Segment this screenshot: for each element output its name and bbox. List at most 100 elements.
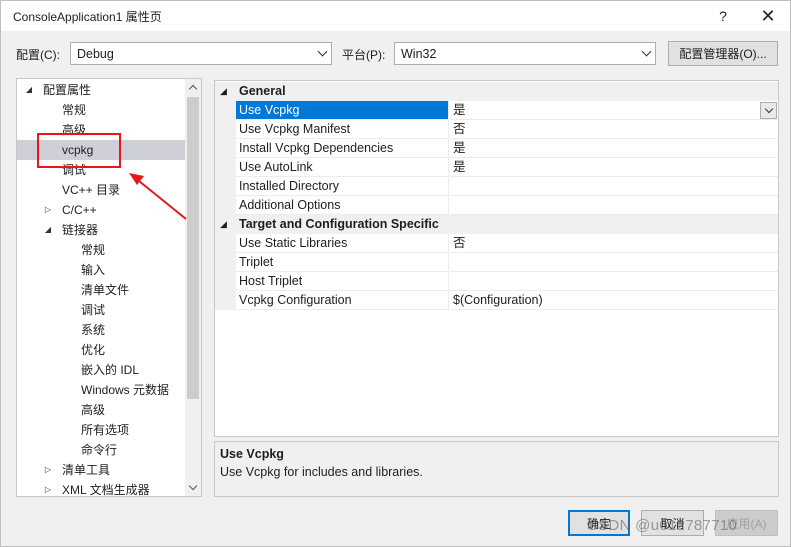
property-value[interactable] bbox=[450, 253, 778, 272]
title-bar: ConsoleApplication1 属性页 ? ✕ bbox=[1, 1, 790, 31]
row-gutter bbox=[215, 177, 236, 196]
tree-item[interactable]: Windows 元数据 bbox=[17, 380, 185, 400]
tree-item[interactable]: ▷ C/C++ bbox=[17, 200, 185, 220]
expand-icon[interactable]: ▷ bbox=[43, 460, 53, 480]
tree-item[interactable]: 优化 bbox=[17, 340, 185, 360]
tree-item-label: Windows 元数据 bbox=[81, 383, 170, 397]
platform-value: Win32 bbox=[401, 46, 437, 61]
collapse-icon[interactable]: ◢ bbox=[220, 82, 227, 101]
tree-item[interactable]: 所有选项 bbox=[17, 420, 185, 440]
tree-item-label: 所有选项 bbox=[81, 423, 130, 437]
tree-item-label: 链接器 bbox=[62, 223, 99, 237]
property-name[interactable]: Install Vcpkg Dependencies bbox=[236, 139, 449, 158]
close-button[interactable]: ✕ bbox=[751, 4, 785, 28]
tree-item[interactable]: 清单文件 bbox=[17, 280, 185, 300]
property-value[interactable]: 是 bbox=[450, 101, 778, 120]
scroll-up-icon[interactable] bbox=[185, 79, 201, 96]
row-gutter bbox=[215, 253, 236, 272]
chevron-down-icon[interactable] bbox=[760, 102, 777, 119]
config-manager-button[interactable]: 配置管理器(O)... bbox=[668, 41, 778, 66]
property-value-text: 是 bbox=[453, 160, 466, 174]
tree-item[interactable]: 高级 bbox=[17, 400, 185, 420]
property-value-text: 是 bbox=[453, 103, 466, 117]
scroll-thumb[interactable] bbox=[187, 97, 199, 399]
platform-label: 平台(P): bbox=[342, 48, 386, 62]
config-dropdown[interactable]: Debug bbox=[70, 42, 332, 65]
tree-item[interactable]: 调试 bbox=[17, 300, 185, 320]
row-gutter bbox=[215, 272, 236, 291]
expand-icon[interactable]: ▷ bbox=[43, 480, 53, 496]
description-text: Use Vcpkg for includes and libraries. bbox=[220, 465, 423, 479]
tree-item[interactable]: ◢ 配置属性 bbox=[17, 80, 185, 100]
tree-item[interactable]: 命令行 bbox=[17, 440, 185, 460]
chevron-down-icon bbox=[313, 43, 331, 64]
property-name[interactable]: Host Triplet bbox=[236, 272, 449, 291]
category-title: Target and Configuration Specific bbox=[239, 217, 439, 231]
tree-item-label: 常规 bbox=[81, 243, 106, 257]
tree-item[interactable]: 常规 bbox=[17, 240, 185, 260]
property-row[interactable]: Triplet bbox=[215, 253, 778, 272]
expand-icon[interactable]: ▷ bbox=[43, 200, 53, 220]
config-value: Debug bbox=[77, 46, 114, 61]
property-value[interactable] bbox=[450, 272, 778, 291]
property-value[interactable]: 是 bbox=[450, 139, 778, 158]
property-value[interactable]: $(Configuration) bbox=[450, 291, 778, 310]
property-row[interactable]: Host Triplet bbox=[215, 272, 778, 291]
tree-item[interactable]: VC++ 目录 bbox=[17, 180, 185, 200]
property-row[interactable]: Use Vcpkg 是 bbox=[215, 101, 778, 120]
property-name[interactable]: Triplet bbox=[236, 253, 449, 272]
category-header[interactable]: ◢ General bbox=[215, 82, 778, 101]
watermark: CSDN @u012787710 bbox=[587, 517, 738, 534]
property-row[interactable]: Use Static Libraries 否 bbox=[215, 234, 778, 253]
property-row[interactable]: Installed Directory bbox=[215, 177, 778, 196]
tree-item[interactable]: 嵌入的 IDL bbox=[17, 360, 185, 380]
property-row[interactable]: Install Vcpkg Dependencies 是 bbox=[215, 139, 778, 158]
collapse-icon[interactable]: ◢ bbox=[43, 220, 53, 240]
property-row[interactable]: Use Vcpkg Manifest 否 bbox=[215, 120, 778, 139]
tree-item-label: C/C++ bbox=[62, 203, 97, 217]
property-row[interactable]: Additional Options bbox=[215, 196, 778, 215]
description-title: Use Vcpkg bbox=[220, 447, 284, 461]
property-value-text: 是 bbox=[453, 141, 466, 155]
collapse-icon[interactable]: ◢ bbox=[24, 80, 34, 100]
property-value[interactable] bbox=[450, 177, 778, 196]
tree-item-label: 高级 bbox=[81, 403, 106, 417]
tree-item-label: 清单文件 bbox=[81, 283, 130, 297]
config-label: 配置(C): bbox=[16, 48, 60, 62]
collapse-icon[interactable]: ◢ bbox=[220, 215, 227, 234]
tree-item-label: 常规 bbox=[62, 103, 87, 117]
tree-scrollbar[interactable] bbox=[185, 79, 201, 496]
tree-item[interactable]: 常规 bbox=[17, 100, 185, 120]
property-row[interactable]: Vcpkg Configuration $(Configuration) bbox=[215, 291, 778, 310]
tree-item-label: VC++ 目录 bbox=[62, 183, 121, 197]
property-name[interactable]: Use Vcpkg bbox=[236, 101, 449, 120]
property-row[interactable]: Use AutoLink 是 bbox=[215, 158, 778, 177]
annotation-highlight-box bbox=[37, 133, 121, 168]
property-value-text: $(Configuration) bbox=[453, 293, 543, 307]
tree-item[interactable]: ▷ XML 文档生成器 bbox=[17, 480, 185, 497]
tree-item-label: 输入 bbox=[81, 263, 106, 277]
row-gutter bbox=[215, 158, 236, 177]
scroll-down-icon[interactable] bbox=[185, 479, 201, 496]
platform-dropdown[interactable]: Win32 bbox=[394, 42, 656, 65]
row-gutter bbox=[215, 291, 236, 310]
property-value[interactable] bbox=[450, 196, 778, 215]
property-name[interactable]: Vcpkg Configuration bbox=[236, 291, 449, 310]
property-name[interactable]: Additional Options bbox=[236, 196, 449, 215]
category-header[interactable]: ◢ Target and Configuration Specific bbox=[215, 215, 778, 234]
help-button[interactable]: ? bbox=[706, 4, 740, 28]
tree-item[interactable]: 输入 bbox=[17, 260, 185, 280]
tree-item[interactable]: 系统 bbox=[17, 320, 185, 340]
tree-item[interactable]: ◢ 链接器 bbox=[17, 220, 185, 240]
tree-item[interactable]: ▷ 清单工具 bbox=[17, 460, 185, 480]
property-name[interactable]: Use AutoLink bbox=[236, 158, 449, 177]
property-name[interactable]: Use Vcpkg Manifest bbox=[236, 120, 449, 139]
tree-item-label: 清单工具 bbox=[62, 463, 111, 477]
property-value-text: 否 bbox=[453, 236, 466, 250]
property-value[interactable]: 否 bbox=[450, 234, 778, 253]
property-name[interactable]: Installed Directory bbox=[236, 177, 449, 196]
tree-item-label: XML 文档生成器 bbox=[62, 483, 150, 497]
property-name[interactable]: Use Static Libraries bbox=[236, 234, 449, 253]
property-value[interactable]: 是 bbox=[450, 158, 778, 177]
property-value[interactable]: 否 bbox=[450, 120, 778, 139]
